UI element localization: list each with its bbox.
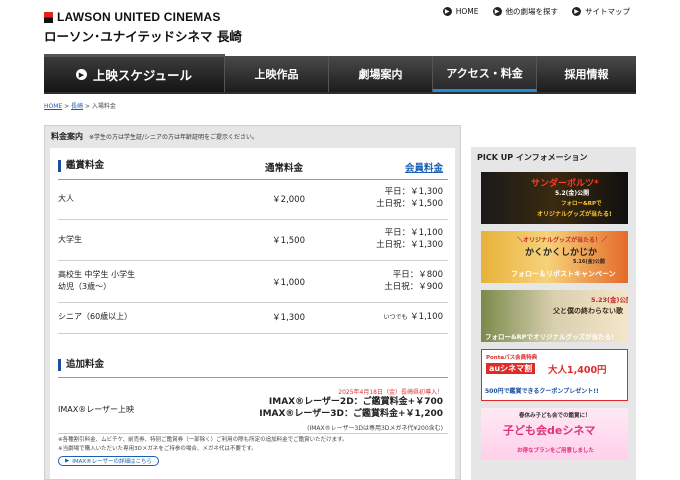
imax-label: IMAX®レーザー上映: [58, 405, 135, 414]
divider: [58, 302, 448, 303]
divider: [58, 377, 448, 378]
price-panel-header: 料金案内 ※学生の方は学生証/シニアの方は年齢証明をご提示ください。: [45, 126, 460, 146]
logo-english: LAWSON UNITED CINEMAS: [57, 10, 221, 24]
breadcrumb-current: 入場料金: [91, 103, 116, 110]
banner-thunderbolts[interactable]: サンダーボルツ* 5.2(金)公開 フォロー&RPで オリジナルグッズが当たる!: [481, 172, 628, 224]
divider: [58, 260, 448, 261]
breadcrumb-home[interactable]: HOME: [44, 103, 62, 110]
top-link-other-theaters[interactable]: ▶ 他の劇場を探す: [492, 6, 558, 17]
banner-chichi-to-boku[interactable]: 5.23(金)公開 父と僕の終わらない歌 フォロー&RPでオリジナルグッズが当た…: [481, 290, 628, 342]
row-label-senior: シニア（60歳以上）: [58, 312, 133, 321]
row-label-university: 大学生: [58, 235, 82, 244]
fine-print-2: ※当劇場で購入いただいた専用3Dメガネをご持参の場合、メガネ代は不要です。: [58, 446, 257, 452]
breadcrumb: HOME > 長崎 > 入場料金: [44, 103, 116, 110]
play-icon: ▶: [75, 69, 87, 80]
nav-tab-recruit[interactable]: 採用情報: [537, 56, 636, 92]
section-title-admission: 鑑賞料金: [58, 160, 104, 172]
page: LAWSON UNITED CINEMAS ローソン･ユナイテッドシネマ 長崎 …: [0, 0, 680, 480]
price-panel-title: 料金案内: [51, 131, 83, 141]
logo-mark-icon: [44, 11, 53, 23]
divider: [58, 433, 448, 434]
banner-kakukaku-shikajika[interactable]: ＼オリジナルグッズが当たる！／ かくかくしかじか 5.16(金)公開 フォロー＆…: [481, 231, 628, 283]
price-panel-body: 鑑賞料金 通常料金 会員料金 大人 ￥2,000 平日：￥1,300 土日祝：￥…: [50, 148, 455, 479]
main-navigation: ▶ 上映スケジュール 上映作品 劇場案内 アクセス・料金 採用情報: [44, 54, 636, 92]
price-panel-note: ※学生の方は学生証/シニアの方は年齢証明をご提示ください。: [89, 133, 259, 141]
site-logo[interactable]: LAWSON UNITED CINEMAS ローソン･ユナイテッドシネマ 長崎: [44, 10, 242, 45]
divider: [58, 179, 448, 180]
row-member-senior: いつでも ￥1,100: [383, 312, 443, 322]
section-title-additional: 追加料金: [58, 359, 104, 371]
imax-detail-button[interactable]: ▶ IMAX®レーザーの詳細はこちら: [58, 456, 160, 466]
pickup-title: PICK UP インフォメーション: [477, 153, 588, 162]
nav-tab-schedule[interactable]: ▶ 上映スケジュール: [44, 54, 225, 92]
row-price-senior: ￥1,300: [272, 313, 305, 323]
top-link-home[interactable]: ▶ HOME: [442, 6, 479, 17]
logo-japanese: ローソン･ユナイテッドシネマ 長崎: [44, 29, 242, 44]
nav-tab-movies[interactable]: 上映作品: [225, 56, 329, 92]
top-link-sitemap[interactable]: ▶ サイトマップ: [572, 6, 630, 17]
pickup-sidebar: PICK UP インフォメーション サンダーボルツ* 5.2(金)公開 フォロー…: [471, 147, 636, 480]
row-label-student-child: 高校生 中学生 小学生 幼児（3歳〜）: [58, 270, 136, 291]
imax-2d-price: IMAX®レーザー2D：ご鑑賞料金+￥700: [268, 397, 443, 407]
nav-underline: [44, 92, 636, 94]
imax-3d-note: (IMAX®レーザー3Dは専用3Dメガネ代¥200含む): [307, 425, 443, 432]
imax-date: 2025年4月18日（金）長崎県初導入！: [338, 389, 443, 396]
breadcrumb-nagasaki[interactable]: 長崎: [71, 103, 83, 110]
row-price-adult: ￥2,000: [272, 195, 305, 205]
sitemap-icon: ▶: [572, 7, 581, 16]
price-panel: 料金案内 ※学生の方は学生証/シニアの方は年齢証明をご提示ください。 鑑賞料金 …: [44, 125, 461, 480]
column-regular: 通常料金: [265, 163, 304, 174]
fine-print-1: ※各種割引料金、ムビチケ、前売券、特別ご鑑賞券（一部除く）ご利用の際も所定の追加…: [58, 437, 348, 443]
nav-tab-access-price[interactable]: アクセス・料金: [433, 56, 537, 92]
imax-3d-price: IMAX®レーザー3D：ご鑑賞料金+￥1,200: [259, 409, 443, 419]
row-member-student-child: 平日：￥800 土日祝：￥900: [384, 270, 443, 292]
row-price-university: ￥1,500: [272, 236, 305, 246]
arrow-right-icon: ▶: [65, 458, 70, 464]
row-label-adult: 大人: [58, 194, 74, 203]
nav-tab-theater-guide[interactable]: 劇場案内: [329, 56, 433, 92]
row-member-adult: 平日：￥1,300 土日祝：￥1,500: [376, 187, 443, 209]
search-icon: ▶: [492, 7, 502, 16]
banner-kodomokai-cinema[interactable]: 春休み子ども会での鑑賞に！ 子ども会deシネマ お得なプランをご用意しました: [481, 408, 628, 460]
top-links: ▶ HOME ▶ 他の劇場を探す ▶ サイトマップ: [442, 6, 630, 17]
divider: [58, 333, 448, 334]
home-icon: ▶: [442, 7, 452, 16]
row-price-student-child: ￥1,000: [272, 278, 305, 288]
banner-au-cinema[interactable]: Pontaパス会員特典 auシネマ割 大人1,400円 500円で鑑賞できるクー…: [481, 349, 628, 401]
row-member-university: 平日：￥1,100 土日祝：￥1,300: [376, 228, 443, 250]
column-member-link[interactable]: 会員料金: [405, 160, 443, 174]
divider: [58, 219, 448, 220]
